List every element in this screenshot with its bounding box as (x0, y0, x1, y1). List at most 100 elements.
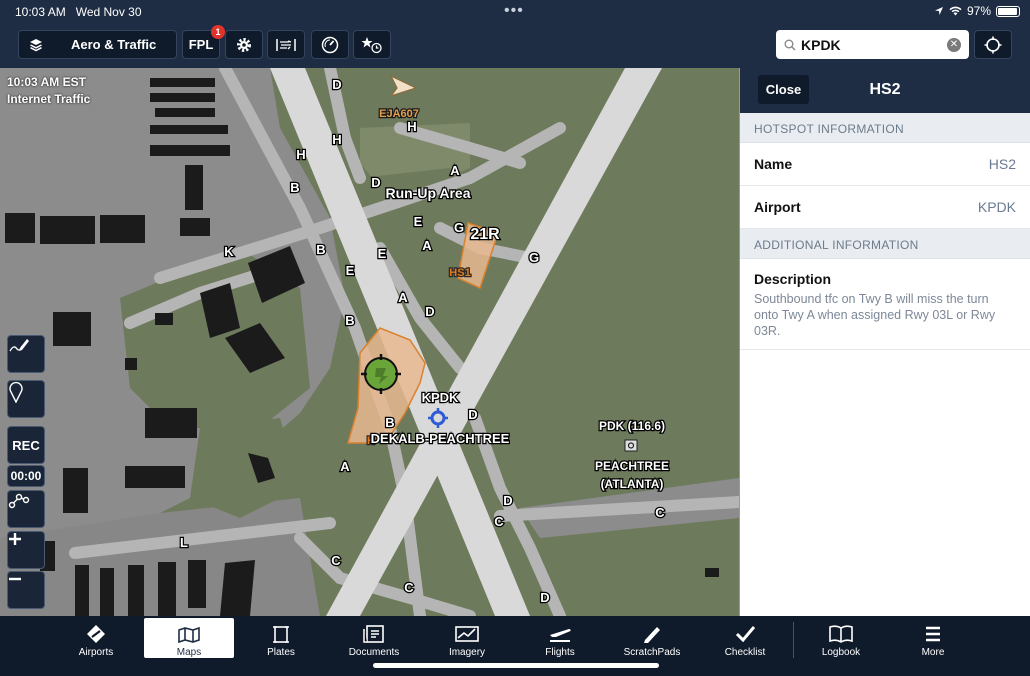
taxiway-label: B (385, 415, 394, 430)
pin-icon (9, 381, 23, 403)
taxiway-label: A (450, 163, 460, 178)
traffic-aircraft-icon[interactable] (389, 74, 418, 98)
route-button[interactable] (7, 490, 45, 528)
tab-label: Airports (78, 647, 114, 658)
search-field[interactable]: KPDK ✕ (776, 30, 969, 59)
taxiway-label: H (332, 132, 341, 147)
taxiway-label: L (180, 535, 188, 550)
search-icon (784, 39, 796, 51)
description-text: Southbound tfc on Twy B will miss the tu… (754, 292, 996, 338)
name-row: Name HS2 (740, 143, 1030, 186)
runup-area-label: Run-Up Area (385, 185, 470, 201)
taxiway-label: B (316, 242, 325, 257)
vor-name-label-2: (ATLANTA) (601, 477, 664, 491)
home-indicator (373, 663, 659, 668)
fpl-badge: 1 (211, 25, 225, 39)
fpl-label: FPL (188, 37, 214, 52)
name-value: HS2 (988, 156, 1016, 172)
tab-documents[interactable]: Documents (329, 618, 419, 658)
tab-label: Logbook (821, 647, 861, 658)
logbook-icon (829, 625, 853, 643)
scratchpads-icon (644, 627, 660, 643)
wind-button[interactable] (267, 30, 305, 59)
taxiway-label: C (494, 514, 504, 529)
waypoint-button[interactable] (7, 380, 45, 418)
tab-checklist[interactable]: Checklist (700, 618, 790, 658)
draw-button[interactable] (7, 335, 45, 373)
status-time-date: 10:03 AM Wed Nov 30 (15, 5, 142, 19)
battery-icon (996, 5, 1020, 17)
taxiway-label: D (468, 407, 477, 422)
hotspot-hs1-label[interactable]: HS1 (448, 266, 472, 281)
record-timer-value: 00:00 (10, 469, 42, 483)
tab-flights[interactable]: Flights (515, 618, 605, 658)
multitask-dots[interactable]: ••• (504, 2, 524, 20)
zoom-in-button[interactable] (7, 531, 45, 569)
search-value[interactable]: KPDK (801, 37, 947, 53)
airport-map[interactable]: D H H H B D A E G A G K B E E A D B B D (0, 68, 739, 616)
crosshair-icon (984, 36, 1002, 53)
tab-imagery[interactable]: Imagery (422, 618, 512, 658)
map-canvas[interactable]: D H H H B D A E G A G K B E E A D B B D (0, 68, 739, 616)
tab-plates[interactable]: Plates (236, 618, 326, 658)
vor-icon[interactable] (624, 439, 638, 452)
gauge-icon (321, 36, 339, 53)
layers-icon (30, 38, 42, 51)
taxiway-label: A (398, 290, 408, 305)
taxiway-label: H (296, 147, 305, 162)
traffic-callsign: EJA607 (379, 108, 419, 120)
favorites-recent-button[interactable] (353, 30, 391, 59)
airport-value[interactable]: KPDK (978, 199, 1016, 215)
taxiway-label: G (454, 220, 464, 235)
panel-title: HS2 (869, 81, 901, 98)
taxiway-label: G (529, 250, 539, 265)
pencil-icon (9, 339, 29, 352)
name-label: Name (754, 156, 793, 172)
taxiway-label: E (346, 263, 355, 278)
taxiway-label: D (425, 304, 434, 319)
app-root: 10:03 AM Wed Nov 30 ••• 97% Aero & Traff… (0, 0, 1030, 676)
taxiway-label: E (378, 246, 387, 261)
taxiway-label: D (540, 590, 549, 605)
tab-divider (793, 622, 794, 658)
tab-maps[interactable]: Maps (144, 618, 234, 658)
taxiway-label: B (345, 313, 354, 328)
tab-label: Checklist (724, 647, 766, 658)
taxiway-label: D (371, 175, 380, 190)
clear-search-icon[interactable]: ✕ (947, 37, 961, 52)
tab-more[interactable]: More (888, 618, 978, 658)
fpl-button[interactable]: FPL 1 (182, 25, 225, 59)
instruments-button[interactable] (311, 30, 349, 59)
tab-scratchpads[interactable]: ScratchPads (607, 618, 697, 658)
airport-row[interactable]: Airport KPDK (740, 186, 1030, 229)
location-icon (934, 7, 943, 15)
airports-icon (87, 625, 105, 643)
record-timer: 00:00 (7, 465, 45, 487)
plates-icon (273, 626, 289, 643)
route-icon (8, 493, 30, 509)
layers-button[interactable]: Aero & Traffic (18, 30, 177, 59)
gear-icon (237, 37, 251, 52)
imagery-icon (455, 626, 479, 642)
more-icon (926, 626, 940, 642)
settings-button[interactable] (225, 30, 263, 59)
taxiway-label: D (503, 493, 512, 508)
center-location-button[interactable] (974, 30, 1012, 59)
plus-icon (9, 533, 21, 545)
tab-label: Imagery (448, 647, 486, 658)
zoom-out-button[interactable] (7, 571, 45, 609)
map-time-overlay: 10:03 AM EST Internet Traffic (7, 74, 90, 108)
airport-label: Airport (754, 199, 801, 215)
tab-label: Maps (176, 647, 202, 658)
record-button[interactable]: REC (7, 426, 45, 464)
description-block: Description Southbound tfc on Twy B will… (740, 259, 1030, 350)
tab-logbook[interactable]: Logbook (796, 618, 886, 658)
documents-icon (363, 625, 384, 643)
taxiway-label: C (331, 553, 341, 568)
runway-label-21r: 21R (470, 226, 500, 243)
taxiway-label: E (414, 214, 423, 229)
star-clock-icon (361, 36, 382, 53)
tab-airports[interactable]: Airports (51, 618, 141, 658)
taxiway-label: H (407, 119, 416, 134)
description-label: Description (754, 271, 832, 287)
